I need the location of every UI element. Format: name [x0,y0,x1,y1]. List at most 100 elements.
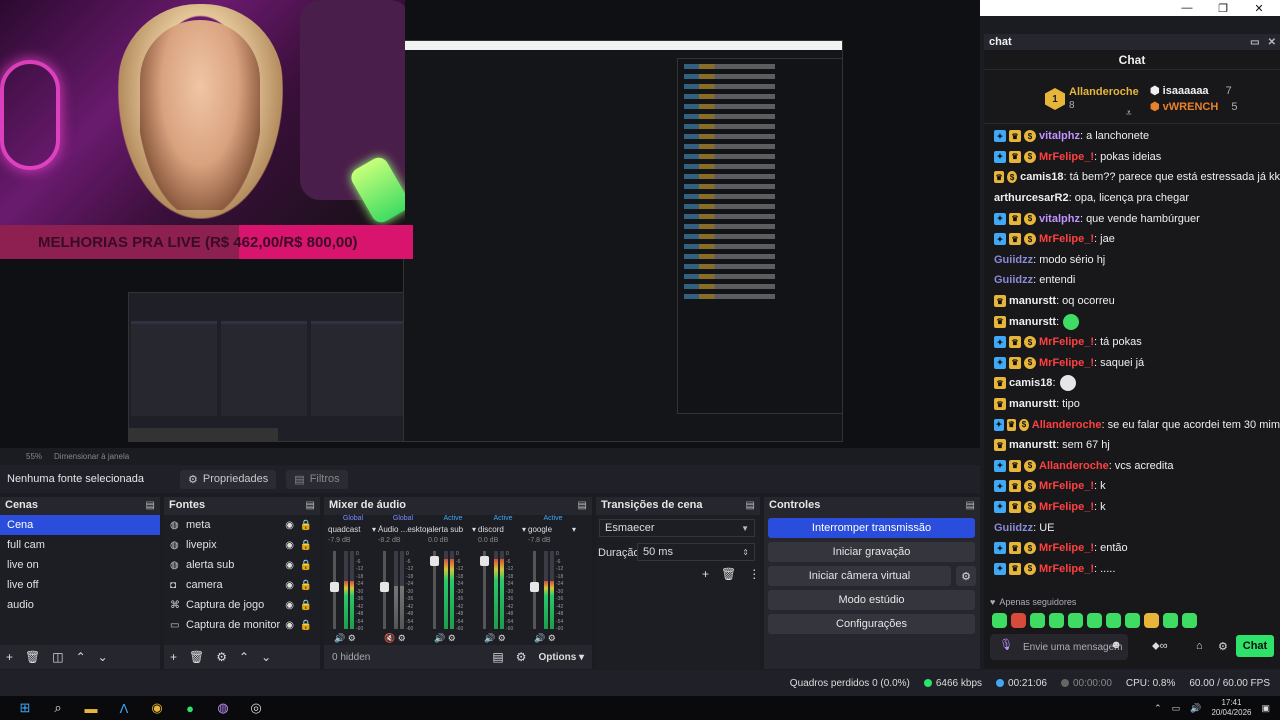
move-up-icon[interactable]: ⌃ [239,650,249,664]
settings-icon[interactable]: ⚙ [398,633,406,643]
speaker-icon[interactable]: 🔊 [334,633,345,643]
emote-icon[interactable] [1068,612,1083,628]
chat-username[interactable]: arthurcesarR2 [994,192,1069,204]
fader-knob[interactable] [430,556,439,567]
chat-username[interactable]: manurstt [1009,295,1056,307]
scene-item[interactable]: Cena [0,515,160,535]
move-up-icon[interactable]: ⌃ [76,650,86,664]
scene-item[interactable]: live off [0,575,160,595]
dock-menu-icon[interactable]: ▤ [578,500,587,511]
close-icon[interactable]: ✕ [1268,37,1276,48]
chat-username[interactable]: vitalphz [1039,213,1080,225]
muted-speaker-icon[interactable]: 🔇 [384,633,395,643]
dock-menu-icon[interactable]: ▤ [306,500,315,511]
chat-username[interactable]: Guiidzz [994,254,1033,266]
chevron-up-icon[interactable]: ⌃ [1154,703,1162,714]
leader-1-name[interactable]: Allanderoche [1069,86,1139,98]
discord-icon[interactable]: ◍ [212,697,234,719]
layout-icon[interactable]: ▤ [492,650,503,664]
properties-button[interactable]: ⚙ Propriedades [179,469,277,489]
preview-canvas[interactable]: MELHORIAS PRA LIVE (R$ 462,00/R$ 800,00) [0,0,980,448]
duration-input[interactable]: 50 ms ⇕ [637,543,755,561]
spotify-icon[interactable]: ● [179,697,201,719]
control-button[interactable]: Interromper transmissão [768,518,975,538]
microphone-icon[interactable]: 🎙 [999,640,1013,651]
emote-icon[interactable] [1049,612,1064,628]
volume-fader[interactable] [480,551,489,629]
bits-icon[interactable]: ⬥∞ [1152,640,1168,653]
emote-icon[interactable] [1087,612,1102,628]
chevron-down-icon[interactable]: ▾ [372,525,376,537]
chat-username[interactable]: Allanderoche [1039,460,1109,472]
chat-username[interactable]: camis18 [1020,171,1063,183]
eye-icon[interactable]: ◉ [285,540,294,551]
close-button[interactable]: ✕ [1252,2,1266,15]
lock-icon[interactable]: 🔒 [300,580,312,591]
chat-username[interactable]: camis18 [1009,377,1052,389]
transition-select[interactable]: Esmaecer ▼ [599,519,755,537]
eye-icon[interactable]: ◉ [285,560,294,571]
add-icon[interactable]: + [170,650,177,664]
speaker-icon[interactable]: 🔊 [434,633,445,643]
stepper-icon[interactable]: ⇕ [742,548,749,557]
restore-button[interactable]: ❐ [1216,2,1230,15]
add-icon[interactable]: + [702,567,709,581]
gear-icon[interactable]: ⚙ [216,650,227,664]
leader-3[interactable]: ⬢ vWRENCH 5 [1150,100,1237,113]
notification-icon[interactable]: ▣ [1261,703,1270,714]
chat-username[interactable]: MrFelipe_! [1039,480,1094,492]
folder-icon[interactable]: ▬ [80,697,102,719]
chat-username[interactable]: Guiidzz [994,274,1033,286]
emote-icon[interactable] [992,612,1007,628]
chat-username[interactable]: MrFelipe_! [1039,233,1094,245]
chat-input[interactable]: 🎙 Envie uma mensagem ☻ [990,634,1128,660]
scene-item[interactable]: audio [0,595,160,615]
dock-menu-icon[interactable]: ▤ [746,500,755,511]
chevron-down-icon[interactable]: ▾ [522,525,526,537]
chevron-down-icon[interactable]: ▾ [572,525,576,537]
trash-icon[interactable]: 🗑 [25,650,40,664]
network-icon[interactable]: ▭ [1172,703,1181,714]
emote-icon[interactable] [1011,612,1026,628]
chrome-icon[interactable]: ◉ [146,697,168,719]
eye-icon[interactable]: ◉ [285,620,294,631]
lock-icon[interactable]: 🔒 [300,520,312,531]
chat-username[interactable]: manurstt [1009,439,1056,451]
scene-item[interactable]: live on [0,555,160,575]
chat-username[interactable]: MrFelipe_! [1039,336,1094,348]
search-icon[interactable]: ⌕ [47,697,69,719]
resize-hint[interactable]: Dimensionar à janela [54,452,129,461]
source-item[interactable]: ⌘ Captura de jogo ◉ 🔒 [164,595,320,615]
virtual-camera-settings-icon[interactable]: ⚙ [956,566,976,586]
gear-icon[interactable]: ⚙ [1218,640,1228,653]
emote-icon[interactable] [1125,612,1140,628]
volume-fader[interactable] [330,551,339,629]
source-item[interactable]: ▭ Captura de monitor ◉ 🔒 [164,615,320,635]
emote-icon[interactable] [1163,612,1178,628]
emote-icon[interactable] [1106,612,1121,628]
speaker-icon[interactable]: 🔊 [534,633,545,643]
lock-icon[interactable]: 🔒 [300,540,312,551]
control-button[interactable]: Configurações [768,614,975,634]
chat-username[interactable]: MrFelipe_! [1039,542,1094,554]
lock-icon[interactable]: 🔒 [300,560,312,571]
chat-username[interactable]: manurstt [1009,316,1056,328]
chat-username[interactable]: MrFelipe_! [1039,501,1094,513]
settings-icon[interactable]: ⚙ [516,650,527,664]
control-button[interactable]: Iniciar câmera virtual [768,566,951,586]
windows-start-icon[interactable]: ⊞ [14,697,36,719]
filter-icon[interactable]: ◫ [52,650,63,664]
chat-username[interactable]: Guiidzz [994,522,1033,534]
trash-icon[interactable]: 🗑 [189,650,204,664]
leader-2[interactable]: ⬢ isaaaaaa 7 [1150,84,1232,97]
minimize-button[interactable]: — [1180,2,1194,14]
options-button[interactable]: Options ▾ [538,652,584,663]
expand-icon[interactable]: ⩡ [1126,108,1132,119]
eye-icon[interactable]: ◉ [285,600,294,611]
volume-fader[interactable] [380,551,389,629]
source-item[interactable]: ◍ livepix ◉ 🔒 [164,535,320,555]
float-icon[interactable]: ▭ [1250,37,1259,48]
settings-icon[interactable]: ⚙ [348,633,356,643]
speaker-icon[interactable]: 🔊 [484,633,495,643]
volume-fader[interactable] [430,551,439,629]
